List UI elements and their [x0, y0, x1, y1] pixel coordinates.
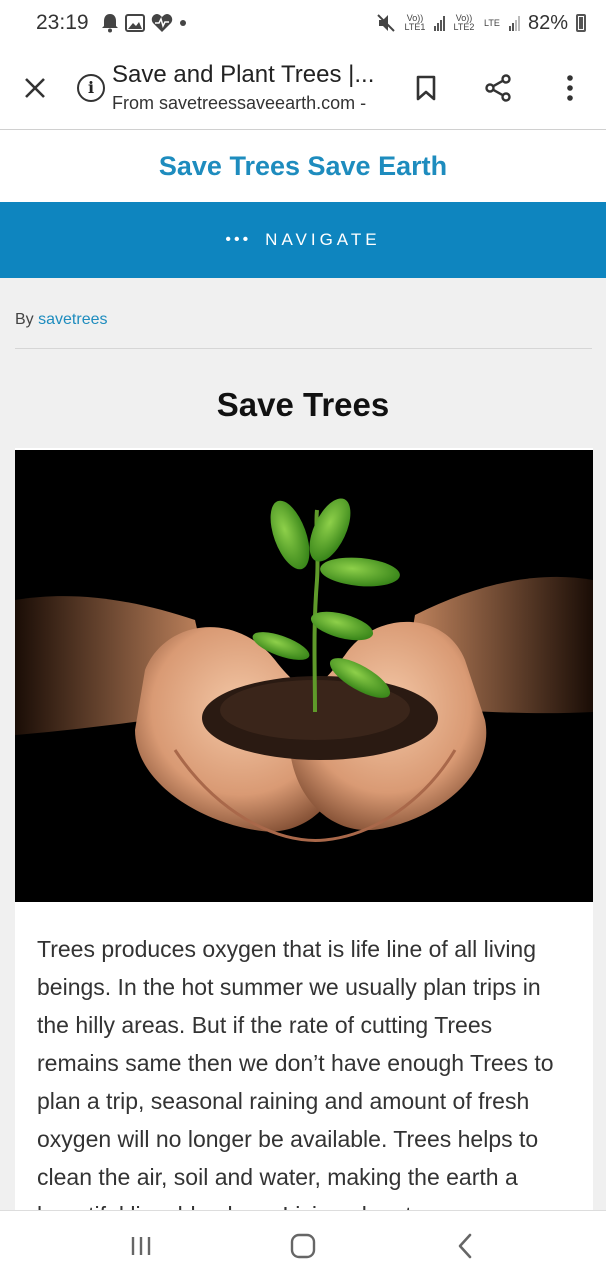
back-button[interactable]: [420, 1216, 510, 1276]
navigate-menu-button[interactable]: ••• NAVIGATE: [0, 202, 606, 278]
author-link[interactable]: savetrees: [38, 311, 107, 328]
battery-icon: [576, 14, 586, 32]
by-label: By: [15, 311, 34, 328]
navigate-label: NAVIGATE: [265, 230, 381, 249]
dot-icon: [179, 20, 186, 26]
close-button[interactable]: [5, 46, 65, 130]
share-icon: [485, 74, 511, 102]
status-time: 23:19: [36, 11, 89, 34]
notification-icons: [101, 13, 187, 33]
seedling-in-hands-image: [15, 450, 593, 902]
more-vert-icon: [567, 75, 573, 101]
site-header: Save Trees Save Earth: [0, 130, 606, 202]
url-area[interactable]: Save and Plant Trees |... From savetrees…: [112, 61, 402, 114]
byline: By savetrees: [15, 311, 108, 329]
post-title: Save Trees: [216, 386, 390, 423]
site-title[interactable]: Save Trees Save Earth: [159, 151, 447, 182]
signal-strength-icon: [433, 15, 445, 31]
health-icon: [151, 14, 172, 32]
bell-icon: [101, 14, 118, 33]
back-icon: [458, 1233, 472, 1258]
system-navigation-bar: [0, 1210, 606, 1280]
battery-percent: 82%: [527, 11, 568, 34]
bookmark-button[interactable]: [390, 46, 462, 130]
menu-dots-icon: •••: [225, 231, 252, 248]
page-title: Save and Plant Trees |...: [112, 61, 375, 88]
status-bar: 23:19 Vo)) LTE1 Vo)) LTE2 LTE 82%: [0, 0, 606, 46]
more-options-button[interactable]: [534, 46, 606, 130]
page-source: From savetreessaveearth.com -: [112, 93, 367, 113]
mute-icon: [377, 14, 395, 32]
post-card: Trees produces oxygen that is life line …: [15, 448, 593, 1210]
sim1-label: Vo)) LTE1: [404, 13, 426, 32]
gallery-icon: [124, 14, 145, 32]
article-content: By savetrees Save Trees Trees produces o…: [0, 278, 606, 1210]
signal-strength-icon: [508, 15, 520, 31]
home-icon: [290, 1233, 316, 1258]
sim2-label: Vo)) LTE2: [453, 13, 475, 32]
share-button[interactable]: [462, 46, 534, 130]
home-button[interactable]: [258, 1216, 348, 1276]
close-icon: [25, 77, 45, 98]
divider: [15, 348, 592, 349]
recent-apps-button[interactable]: [96, 1216, 186, 1276]
bookmark-icon: [416, 75, 436, 101]
recent-apps-icon: [131, 1236, 151, 1255]
browser-toolbar: i Save and Plant Trees |... From savetre…: [0, 46, 606, 130]
info-icon[interactable]: i: [77, 73, 105, 102]
post-body-text: Trees produces oxygen that is life line …: [37, 936, 554, 1210]
sim2-network: LTE: [484, 17, 500, 28]
